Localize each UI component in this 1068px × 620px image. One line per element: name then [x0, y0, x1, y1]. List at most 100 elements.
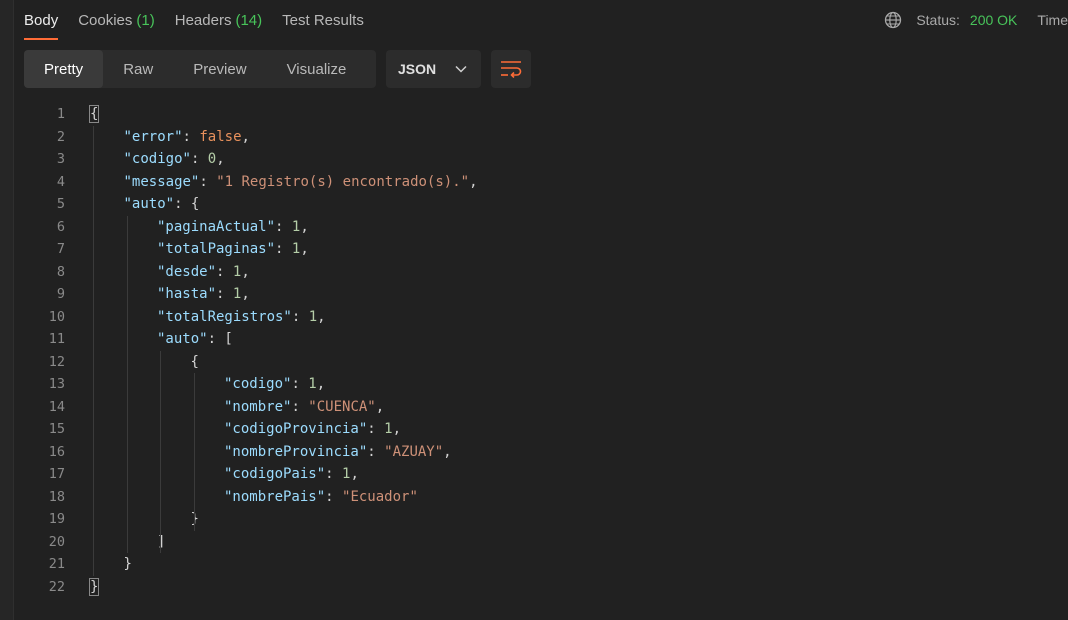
line-number: 11	[48, 331, 65, 347]
tab-test-results[interactable]: Test Results	[282, 0, 364, 40]
code-token: :	[325, 488, 343, 505]
line-number: 2	[56, 128, 65, 145]
code-token: 1	[308, 376, 317, 392]
globe-icon[interactable]	[884, 11, 902, 29]
code-token: :	[199, 173, 217, 190]
code-text: {	[191, 351, 199, 374]
format-dropdown-value: JSON	[398, 61, 437, 77]
code-token: ,	[300, 241, 309, 257]
tab-headers-label: Headers	[174, 11, 232, 29]
code-line: 2 "error": false,	[24, 126, 1068, 149]
code-token: 1	[308, 308, 318, 325]
line-number: 14	[48, 398, 65, 415]
code-text: "codigo": 0,	[124, 148, 225, 171]
line-number: 19	[48, 511, 65, 527]
tab-body[interactable]: Body	[24, 0, 59, 40]
code-token: {	[190, 353, 199, 370]
code-line: 18 "nombrePais": "Ecuador"	[24, 486, 1068, 509]
code-token: }	[88, 577, 100, 596]
code-token: "paginaActual"	[157, 218, 276, 235]
view-mode-switcher: Pretty Raw Preview Visualize	[24, 50, 376, 88]
code-token: ,	[241, 286, 250, 302]
code-line: 4 "message": "1 Registro(s) encontrado(s)…	[24, 171, 1068, 194]
view-mode-raw[interactable]: Raw	[103, 50, 173, 88]
code-token: : [	[207, 331, 233, 347]
view-mode-preview[interactable]: Preview	[173, 50, 266, 88]
code-token: :	[275, 241, 292, 257]
code-token: "auto"	[157, 331, 208, 347]
response-tabs: Body Cookies (1) Headers (14) Test Results	[24, 0, 364, 40]
response-body-editor[interactable]: 1{2 "error": false, 3 "codigo": 0, 4 "message…	[24, 103, 1068, 603]
code-text: "codigoProvincia": 1,	[224, 418, 401, 441]
status-value[interactable]: 200 OK	[970, 12, 1017, 28]
code-line: 14 "nombre": "CUENCA",	[24, 396, 1068, 419]
code-token: "auto"	[123, 196, 175, 212]
code-token: "CUENCA"	[308, 398, 376, 415]
wrap-lines-button[interactable]	[491, 50, 531, 88]
code-line: 5 "auto": {	[24, 193, 1068, 216]
tab-headers[interactable]: Headers (14)	[175, 0, 262, 40]
format-dropdown[interactable]: JSON	[386, 50, 481, 88]
view-mode-pretty[interactable]: Pretty	[24, 50, 104, 88]
code-token: :	[291, 308, 309, 325]
code-token: "desde"	[157, 263, 217, 280]
code-token: false	[199, 128, 242, 145]
code-line: 20]	[24, 531, 1068, 554]
code-token: "codigoPais"	[224, 466, 326, 482]
code-token: {	[88, 105, 100, 123]
code-token: :	[275, 218, 292, 235]
line-number: 12	[48, 353, 65, 370]
code-token: "codigo"	[224, 376, 292, 392]
code-text: "totalPaginas": 1,	[157, 238, 309, 261]
tab-cookies[interactable]: Cookies (1)	[78, 0, 155, 40]
code-token: "totalRegistros"	[157, 308, 292, 325]
code-line: 3 "codigo": 0,	[24, 148, 1068, 171]
status-label: Status:	[916, 12, 960, 28]
line-number: 4	[56, 173, 65, 190]
code-token: "codigo"	[123, 151, 191, 167]
code-token: ,	[316, 376, 326, 392]
code-token: :	[367, 443, 385, 460]
line-number: 1	[56, 106, 65, 122]
time-label[interactable]: Time	[1037, 12, 1068, 28]
code-text: "auto": {	[124, 193, 200, 216]
code-token: :	[190, 151, 208, 167]
view-mode-visualize[interactable]: Visualize	[267, 50, 367, 88]
code-token: "nombrePais"	[224, 488, 326, 505]
code-token: "message"	[123, 173, 200, 190]
tab-headers-count: (14)	[235, 11, 263, 29]
line-number: 8	[56, 263, 65, 280]
code-text: "paginaActual": 1,	[157, 216, 309, 239]
code-line: 6 "paginaActual": 1,	[24, 216, 1068, 239]
line-number: 16	[48, 443, 65, 460]
code-text: {	[88, 103, 100, 126]
code-token: "Ecuador"	[342, 488, 418, 505]
line-number: 13	[48, 376, 65, 392]
code-line: 21}	[24, 553, 1068, 576]
code-token: }	[190, 511, 199, 527]
code-text: "desde": 1,	[157, 261, 250, 284]
code-token: :	[325, 466, 343, 482]
code-token: 0	[207, 151, 217, 167]
code-line: 7 "totalPaginas": 1,	[24, 238, 1068, 261]
code-token: :	[216, 286, 233, 302]
status-area: Status: 200 OK Time	[884, 0, 1068, 40]
code-line: 1{	[24, 103, 1068, 126]
code-text: "nombrePais": "Ecuador"	[224, 486, 418, 509]
code-text: "nombreProvincia": "AZUAY",	[224, 441, 452, 464]
code-token: ,	[375, 398, 385, 415]
line-number: 3	[56, 151, 65, 167]
code-token: "hasta"	[157, 286, 217, 302]
code-token: :	[291, 398, 309, 415]
code-token: 1	[384, 421, 393, 437]
code-token: "totalPaginas"	[157, 241, 276, 257]
line-number: 9	[56, 286, 65, 302]
line-number: 10	[48, 308, 65, 325]
code-text: "nombre": "CUENCA",	[224, 396, 384, 419]
code-line: 15 "codigoProvincia": 1,	[24, 418, 1068, 441]
code-line: 13 "codigo": 1,	[24, 373, 1068, 396]
code-text: ]	[157, 531, 165, 554]
code-text: "auto": [	[157, 328, 233, 351]
wrap-lines-icon	[501, 61, 522, 78]
code-token: :	[216, 263, 233, 280]
